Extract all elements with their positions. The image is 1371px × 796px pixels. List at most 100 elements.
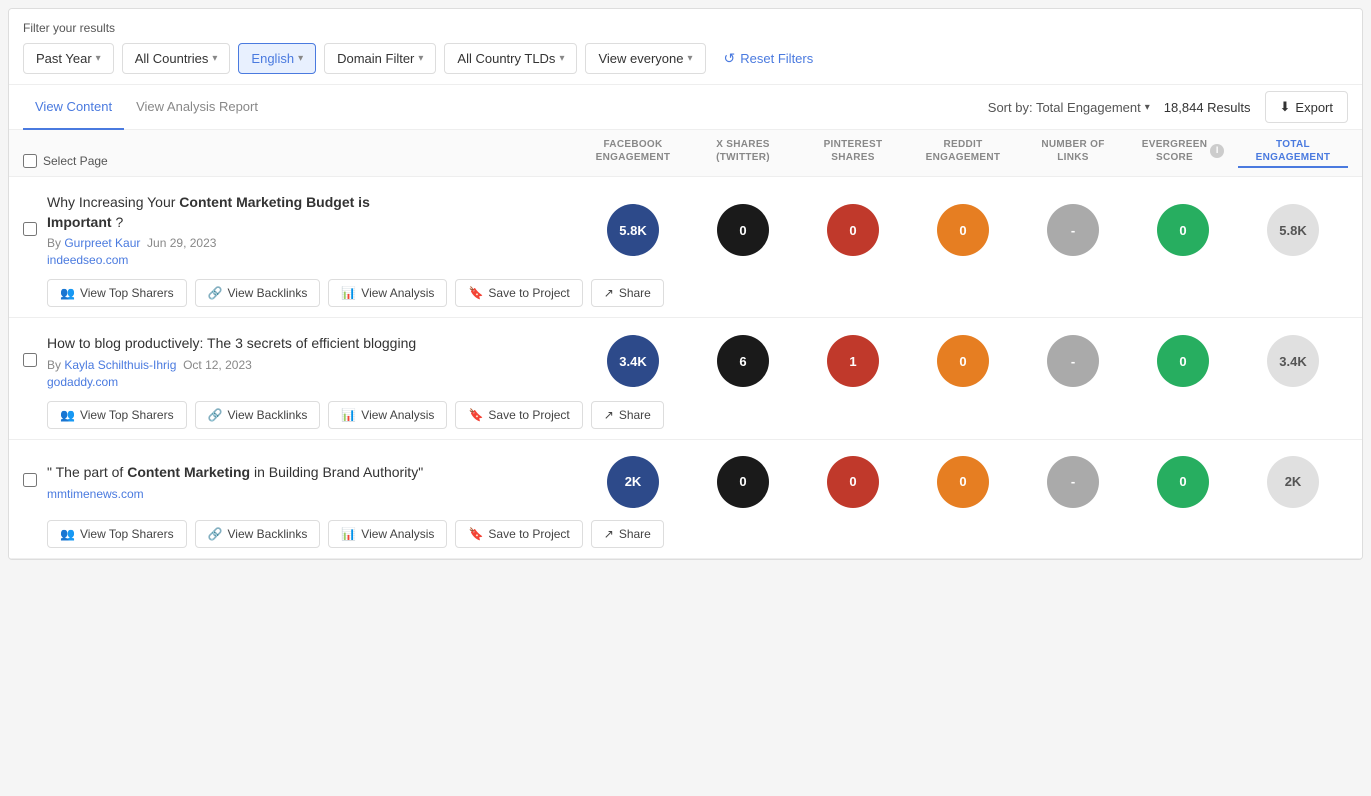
author-link[interactable]: Gurpreet Kaur bbox=[64, 236, 140, 250]
total-circle: 3.4K bbox=[1267, 335, 1319, 387]
item-checkbox-col bbox=[23, 353, 47, 370]
filter-time[interactable]: Past Year ▾ bbox=[23, 43, 114, 74]
author-link[interactable]: Kayla Schilthuis-Ihrig bbox=[64, 358, 176, 372]
export-label: Export bbox=[1295, 100, 1333, 115]
sort-button[interactable]: Sort by: Total Engagement ▾ bbox=[988, 100, 1150, 115]
save-to-project-button[interactable]: 🔖 Save to Project bbox=[455, 279, 582, 307]
evergreen-circle: 0 bbox=[1157, 204, 1209, 256]
total-circle: 2K bbox=[1267, 456, 1319, 508]
item-meta: By Gurpreet Kaur Jun 29, 2023 bbox=[47, 236, 437, 250]
content-list: Why Increasing Your Content Marketing Bu… bbox=[9, 177, 1362, 559]
filter-countries[interactable]: All Countries ▾ bbox=[122, 43, 231, 74]
col-header-pinterest: PINTERESTSHARES bbox=[798, 138, 908, 168]
col-header-links: NUMBER OFLINKS bbox=[1018, 138, 1128, 168]
share-button[interactable]: ↗ Share bbox=[591, 520, 664, 548]
filter-view[interactable]: View everyone ▾ bbox=[585, 43, 705, 74]
filter-time-label: Past Year bbox=[36, 51, 92, 66]
links-circle: - bbox=[1047, 204, 1099, 256]
save-label: Save to Project bbox=[488, 527, 569, 541]
view-top-sharers-button[interactable]: 👥 View Top Sharers bbox=[47, 520, 187, 548]
filter-language[interactable]: English ▾ bbox=[238, 43, 316, 74]
reddit-circle: 0 bbox=[937, 456, 989, 508]
item-checkbox[interactable] bbox=[23, 473, 37, 487]
col-header-evergreen: EVERGREENSCORE i bbox=[1128, 138, 1238, 168]
sort-label: Sort by: Total Engagement bbox=[988, 100, 1141, 115]
sharers-label: View Top Sharers bbox=[80, 527, 174, 541]
save-to-project-button[interactable]: 🔖 Save to Project bbox=[455, 401, 582, 429]
analysis-icon: 📊 bbox=[341, 527, 356, 541]
action-bar: 👥 View Top Sharers 🔗 View Backlinks 📊 Vi… bbox=[23, 520, 1348, 548]
view-analysis-button[interactable]: 📊 View Analysis bbox=[328, 401, 447, 429]
content-row: " The part of Content Marketing in Build… bbox=[23, 456, 1348, 508]
filter-buttons: Past Year ▾ All Countries ▾ English ▾ Do… bbox=[23, 43, 1348, 74]
filter-countries-label: All Countries bbox=[135, 51, 209, 66]
save-icon: 🔖 bbox=[468, 286, 483, 300]
view-analysis-button[interactable]: 📊 View Analysis bbox=[328, 279, 447, 307]
view-top-sharers-button[interactable]: 👥 View Top Sharers bbox=[47, 401, 187, 429]
metric-facebook: 5.8K bbox=[578, 204, 688, 256]
analysis-icon: 📊 bbox=[341, 286, 356, 300]
share-label: Share bbox=[619, 286, 651, 300]
item-meta: By Kayla Schilthuis-Ihrig Oct 12, 2023 bbox=[47, 358, 437, 372]
metric-pinterest: 0 bbox=[798, 204, 908, 256]
col-header-twitter: X SHARES(TWITTER) bbox=[688, 138, 798, 168]
total-circle: 5.8K bbox=[1267, 204, 1319, 256]
sharers-icon: 👥 bbox=[60, 408, 75, 422]
metric-links: - bbox=[1018, 204, 1128, 256]
item-checkbox-col bbox=[23, 473, 47, 490]
share-label: Share bbox=[619, 527, 651, 541]
filter-domain-label: Domain Filter bbox=[337, 51, 414, 66]
item-info: Why Increasing Your Content Marketing Bu… bbox=[47, 193, 447, 267]
item-checkbox[interactable] bbox=[23, 222, 37, 236]
item-metrics: 3.4K 6 1 0 - 0 bbox=[447, 335, 1348, 387]
tab-view-analysis[interactable]: View Analysis Report bbox=[124, 85, 270, 130]
pinterest-circle: 0 bbox=[827, 456, 879, 508]
item-metrics: 2K 0 0 0 - 0 bbox=[447, 456, 1348, 508]
save-label: Save to Project bbox=[488, 286, 569, 300]
share-label: Share bbox=[619, 408, 651, 422]
metric-evergreen: 0 bbox=[1128, 335, 1238, 387]
export-button[interactable]: ⬇ Export bbox=[1265, 91, 1348, 123]
select-page-label[interactable]: Select Page bbox=[43, 154, 108, 168]
chevron-down-icon: ▾ bbox=[688, 53, 693, 64]
item-title: Why Increasing Your Content Marketing Bu… bbox=[47, 193, 437, 232]
sharers-icon: 👥 bbox=[60, 527, 75, 541]
metric-pinterest: 1 bbox=[798, 335, 908, 387]
col-header-facebook: FACEBOOKENGAGEMENT bbox=[578, 138, 688, 168]
table-header: Select Page FACEBOOKENGAGEMENT X SHARES(… bbox=[9, 130, 1362, 177]
filter-domain[interactable]: Domain Filter ▾ bbox=[324, 43, 436, 74]
item-checkbox[interactable] bbox=[23, 353, 37, 367]
view-backlinks-button[interactable]: 🔗 View Backlinks bbox=[195, 520, 321, 548]
filter-tlds[interactable]: All Country TLDs ▾ bbox=[444, 43, 577, 74]
backlinks-label: View Backlinks bbox=[228, 286, 308, 300]
share-button[interactable]: ↗ Share bbox=[591, 279, 664, 307]
backlinks-icon: 🔗 bbox=[208, 408, 223, 422]
sharers-label: View Top Sharers bbox=[80, 408, 174, 422]
sharers-icon: 👥 bbox=[60, 286, 75, 300]
item-title: How to blog productively: The 3 secrets … bbox=[47, 334, 437, 354]
links-circle: - bbox=[1047, 456, 1099, 508]
view-backlinks-button[interactable]: 🔗 View Backlinks bbox=[195, 401, 321, 429]
share-button[interactable]: ↗ Share bbox=[591, 401, 664, 429]
item-metrics: 5.8K 0 0 0 - 0 bbox=[447, 204, 1348, 256]
save-label: Save to Project bbox=[488, 408, 569, 422]
view-backlinks-button[interactable]: 🔗 View Backlinks bbox=[195, 279, 321, 307]
metric-twitter: 6 bbox=[688, 335, 798, 387]
analysis-label: View Analysis bbox=[361, 527, 434, 541]
info-icon[interactable]: i bbox=[1210, 144, 1224, 158]
save-to-project-button[interactable]: 🔖 Save to Project bbox=[455, 520, 582, 548]
view-analysis-button[interactable]: 📊 View Analysis bbox=[328, 520, 447, 548]
links-circle: - bbox=[1047, 335, 1099, 387]
evergreen-circle: 0 bbox=[1157, 456, 1209, 508]
pinterest-circle: 1 bbox=[827, 335, 879, 387]
metric-twitter: 0 bbox=[688, 204, 798, 256]
chevron-down-icon: ▾ bbox=[212, 53, 217, 64]
select-page-checkbox[interactable] bbox=[23, 154, 37, 168]
tab-view-content[interactable]: View Content bbox=[23, 85, 124, 130]
chevron-down-icon: ▾ bbox=[418, 53, 423, 64]
reset-filters-button[interactable]: ↺ Reset Filters bbox=[714, 43, 824, 74]
item-title: " The part of Content Marketing in Build… bbox=[47, 463, 437, 483]
view-top-sharers-button[interactable]: 👥 View Top Sharers bbox=[47, 279, 187, 307]
chevron-down-icon: ▾ bbox=[1145, 102, 1150, 113]
backlinks-icon: 🔗 bbox=[208, 527, 223, 541]
